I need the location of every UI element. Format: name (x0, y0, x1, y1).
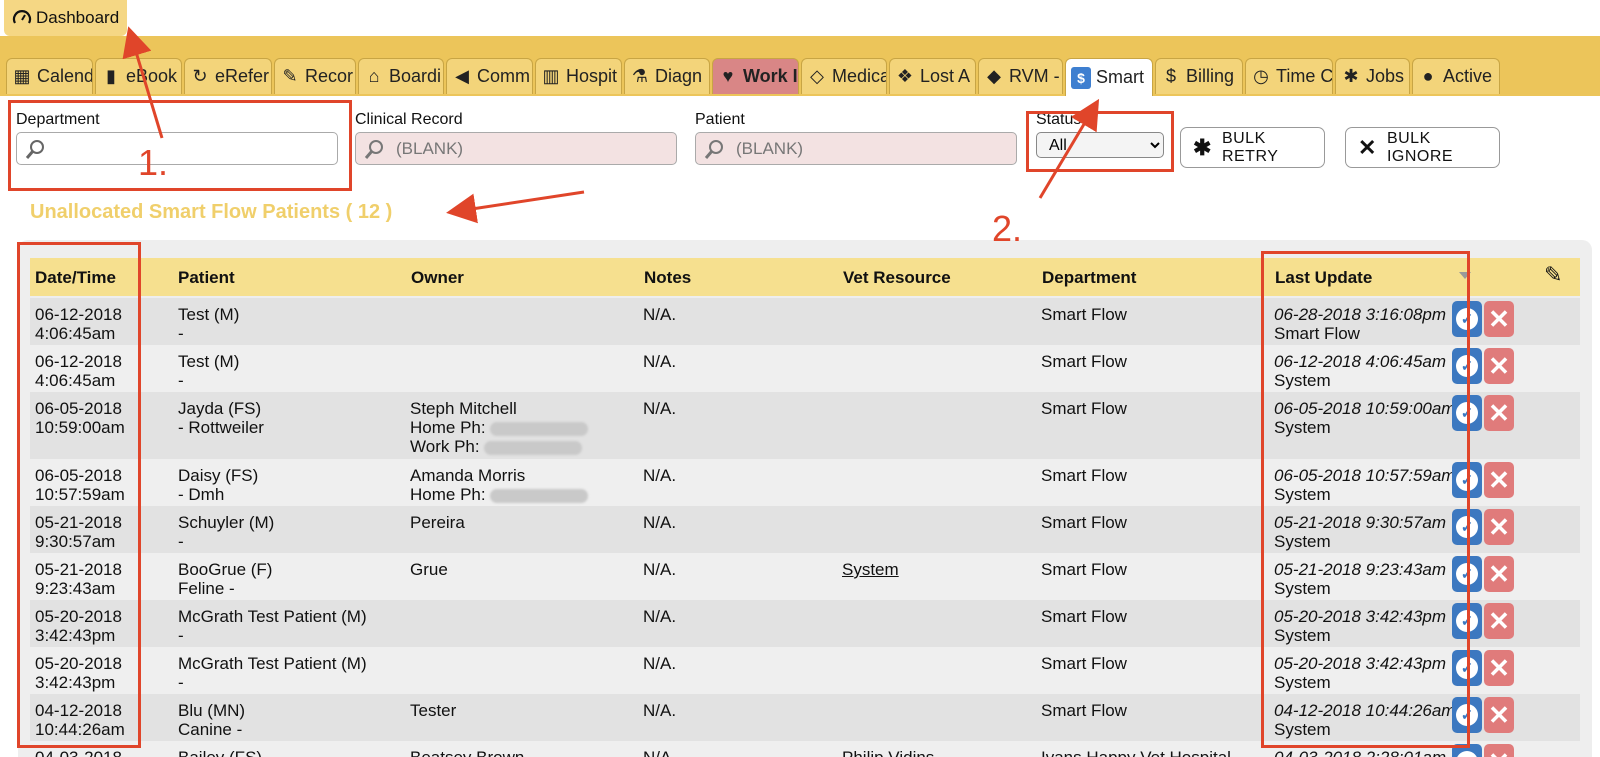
annotation-arrows (122, 26, 1100, 224)
arrow-to-smart-tab (1038, 98, 1100, 199)
arrow-to-dashboard (122, 26, 164, 139)
arrow-to-section-title (446, 190, 585, 224)
